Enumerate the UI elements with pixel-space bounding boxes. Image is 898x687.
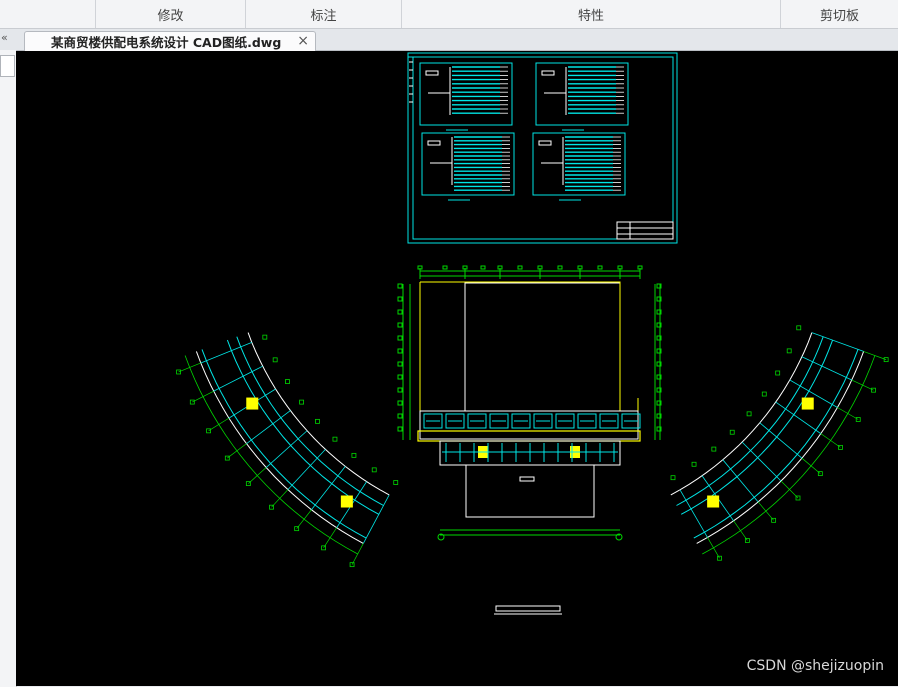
axis-bubble — [617, 265, 623, 270]
ribbon-group-clipboard[interactable]: 剪切板 — [781, 0, 898, 28]
schematic-sheet — [407, 52, 678, 244]
ribbon-group-annotate-label: 标注 — [310, 8, 337, 24]
left-panel-strip[interactable] — [0, 50, 17, 687]
axis-bubble — [597, 265, 603, 270]
ribbon-group-properties[interactable]: 特性 — [402, 0, 781, 28]
axis-bubble — [462, 265, 468, 270]
axis-bubble — [397, 283, 403, 289]
watermark-text: CSDN @shejizuopin — [746, 658, 884, 674]
axis-bubble — [332, 436, 338, 442]
schematic-panel — [532, 132, 626, 201]
axis-bubble — [577, 265, 583, 270]
axis-bubble — [670, 475, 676, 481]
document-tab-bar: « 某商贸楼供配电系统设计 CAD图纸.dwg × — [0, 29, 898, 51]
ribbon-group-left[interactable] — [0, 0, 96, 28]
axis-bubble — [371, 467, 377, 473]
axis-bubble — [397, 322, 403, 328]
axis-bubble — [442, 265, 448, 270]
axis-bubble — [285, 379, 290, 384]
axis-bubble — [397, 361, 403, 367]
axis-bubble — [761, 391, 767, 397]
drawing-canvas[interactable]: CSDN @shejizuopin — [16, 51, 898, 686]
axis-bubble — [397, 387, 403, 393]
close-tab-icon[interactable]: × — [297, 33, 309, 49]
collapse-left-icon[interactable]: « — [1, 31, 8, 44]
axis-bubble — [397, 309, 403, 315]
ribbon-bar: 修改 标注 特性 剪切板 — [0, 0, 898, 29]
ribbon-group-properties-label: 特性 — [577, 8, 604, 24]
axis-bubble — [272, 357, 278, 363]
axis-bubble — [786, 348, 792, 354]
ribbon-group-modify[interactable]: 修改 — [96, 0, 246, 28]
ribbon-group-annotate[interactable]: 标注 — [246, 0, 402, 28]
axis-bubble — [775, 370, 781, 376]
cad-drawing — [176, 52, 889, 615]
axis-bubble — [711, 446, 717, 452]
axis-bubble — [796, 325, 802, 331]
axis-bubble — [691, 461, 697, 467]
axis-bubble — [299, 399, 304, 405]
axis-bubble — [729, 429, 735, 435]
axis-bubble — [262, 334, 268, 340]
axis-bubble — [397, 335, 403, 341]
curved-wing — [176, 332, 399, 568]
ribbon-group-clipboard-label: 剪切板 — [819, 8, 859, 24]
axis-bubble — [537, 265, 543, 270]
axis-bubble — [517, 265, 523, 270]
axis-bubble — [417, 265, 423, 270]
schematic-panel — [421, 132, 515, 201]
document-tab-title: 某商贸楼供配电系统设计 CAD图纸.dwg — [51, 35, 282, 50]
document-tab[interactable]: 某商贸楼供配电系统设计 CAD图纸.dwg × — [24, 31, 316, 51]
axis-bubble — [397, 348, 403, 354]
axis-bubble — [393, 480, 399, 485]
floor-plan — [397, 265, 662, 615]
axis-bubble — [315, 418, 320, 424]
axis-bubble — [397, 400, 403, 406]
schematic-panel — [419, 62, 513, 131]
axis-bubble — [637, 265, 643, 270]
axis-bubble — [397, 374, 403, 380]
axis-bubble — [746, 411, 752, 417]
axis-bubble — [351, 452, 357, 458]
axis-bubble — [397, 296, 403, 302]
axis-bubble — [397, 413, 403, 419]
ribbon-group-modify-label: 修改 — [157, 8, 184, 24]
schematic-panel — [535, 62, 629, 131]
axis-bubble — [397, 426, 403, 432]
panel-input-box[interactable] — [0, 55, 15, 77]
axis-bubble — [480, 265, 486, 270]
curved-wing — [670, 325, 889, 561]
axis-bubble — [557, 265, 563, 270]
axis-bubble — [497, 265, 503, 270]
